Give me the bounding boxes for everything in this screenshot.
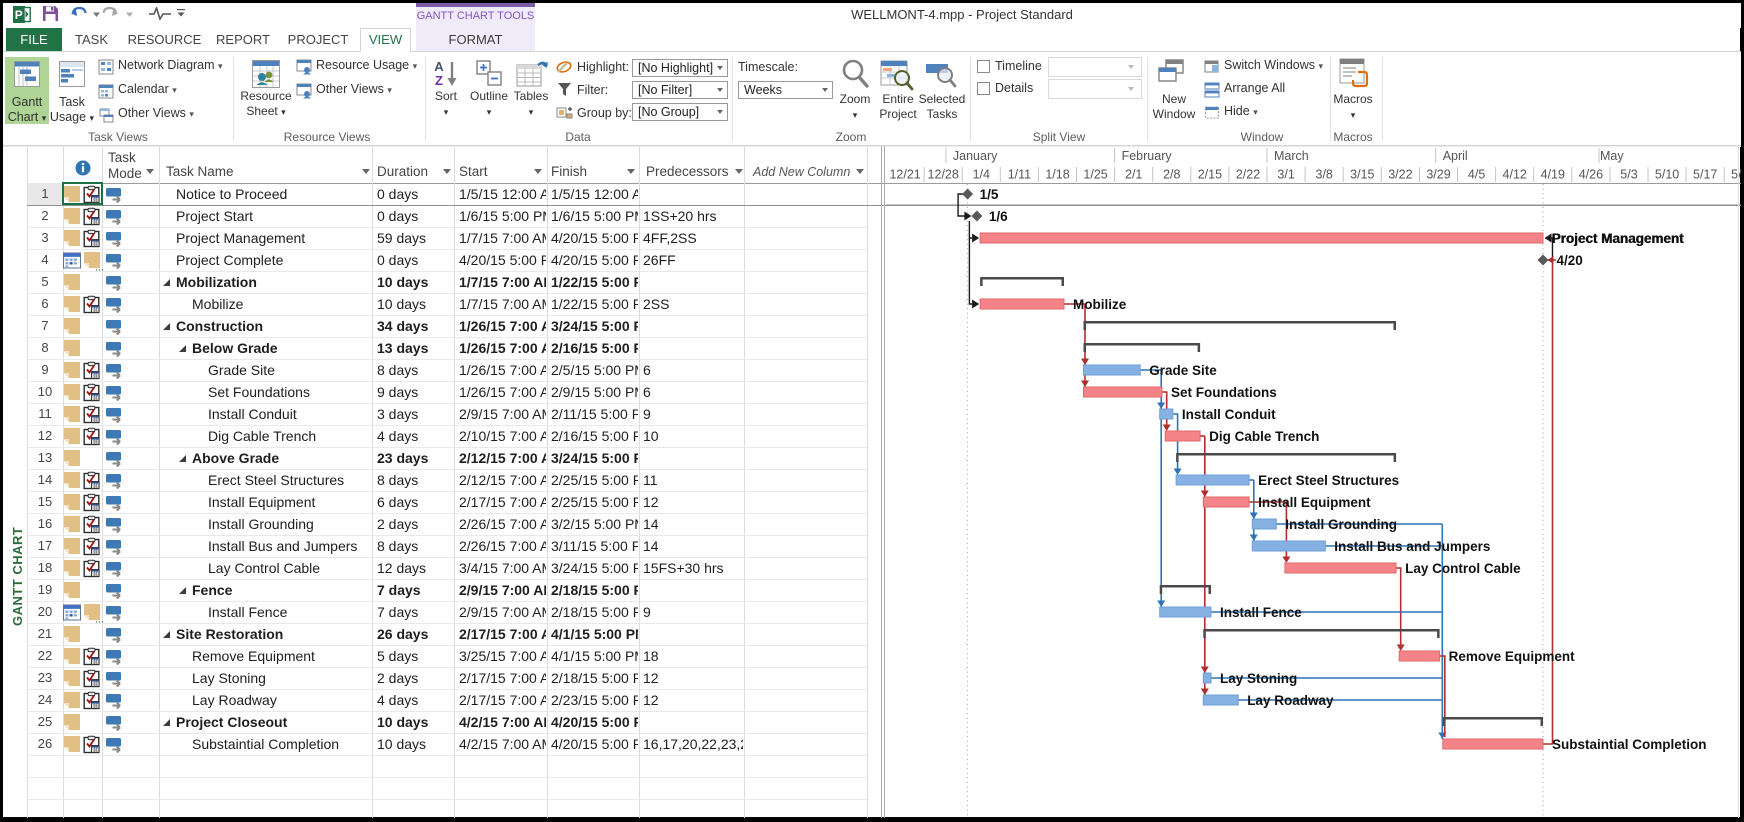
svg-text:Install Conduit: Install Conduit xyxy=(1182,407,1276,422)
svg-text:...: ... xyxy=(95,614,104,626)
svg-text:2/8: 2/8 xyxy=(1163,168,1180,182)
svg-text:Substaintial Completion: Substaintial Completion xyxy=(1552,737,1707,752)
svg-text:Z: Z xyxy=(435,73,443,88)
svg-text:2/22: 2/22 xyxy=(1236,168,1260,182)
svg-text:Lay Stoning: Lay Stoning xyxy=(1220,671,1297,686)
svg-text:1/25: 1/25 xyxy=(1083,168,1107,182)
svg-text:4/26: 4/26 xyxy=(1579,168,1603,182)
svg-text:April: April xyxy=(1443,149,1468,163)
svg-text:5/10: 5/10 xyxy=(1655,168,1679,182)
svg-text:...: ... xyxy=(95,262,104,274)
svg-text:Project Management: Project Management xyxy=(1552,231,1685,246)
svg-text:Install Bus and Jumpers: Install Bus and Jumpers xyxy=(1334,539,1490,554)
svg-text:Lay Control Cable: Lay Control Cable xyxy=(1405,561,1521,576)
svg-text:3/22: 3/22 xyxy=(1388,168,1412,182)
svg-text:5/17: 5/17 xyxy=(1693,168,1717,182)
svg-text:12/21: 12/21 xyxy=(889,168,920,182)
svg-text:4/20: 4/20 xyxy=(1557,253,1583,268)
svg-text:12/28: 12/28 xyxy=(928,168,959,182)
svg-text:2/15: 2/15 xyxy=(1198,168,1222,182)
svg-text:Lay Roadway: Lay Roadway xyxy=(1247,693,1334,708)
svg-text:Remove Equipment: Remove Equipment xyxy=(1449,649,1576,664)
svg-text:1/18: 1/18 xyxy=(1045,168,1069,182)
svg-text:1/5: 1/5 xyxy=(980,187,999,202)
svg-text:Install Equipment: Install Equipment xyxy=(1258,495,1371,510)
svg-text:Dig Cable Trench: Dig Cable Trench xyxy=(1209,429,1319,444)
svg-text:Grade Site: Grade Site xyxy=(1149,363,1217,378)
svg-text:4/5: 4/5 xyxy=(1468,168,1485,182)
svg-text:1/11: 1/11 xyxy=(1008,168,1031,182)
svg-text:4/12: 4/12 xyxy=(1503,168,1527,182)
svg-text:Install Grounding: Install Grounding xyxy=(1285,517,1397,532)
svg-text:1/4: 1/4 xyxy=(973,168,990,182)
svg-text:5/24: 5/24 xyxy=(1731,168,1741,182)
svg-text:1/6: 1/6 xyxy=(989,209,1008,224)
svg-text:Mobilize: Mobilize xyxy=(1073,297,1127,312)
svg-text:3/29: 3/29 xyxy=(1426,168,1450,182)
svg-text:March: March xyxy=(1274,149,1309,163)
svg-text:Set Foundations: Set Foundations xyxy=(1171,385,1277,400)
svg-text:February: February xyxy=(1122,149,1173,163)
svg-text:A: A xyxy=(434,59,444,74)
svg-text:2/1: 2/1 xyxy=(1125,168,1142,182)
svg-text:3/1: 3/1 xyxy=(1277,168,1294,182)
svg-text:Install Fence: Install Fence xyxy=(1220,605,1302,620)
svg-text:January: January xyxy=(953,149,998,163)
svg-text:4/19: 4/19 xyxy=(1541,168,1565,182)
svg-text:5/3: 5/3 xyxy=(1620,168,1637,182)
svg-text:3/8: 3/8 xyxy=(1316,168,1333,182)
svg-text:3/15: 3/15 xyxy=(1350,168,1374,182)
svg-text:May: May xyxy=(1600,149,1624,163)
svg-text:Erect Steel Structures: Erect Steel Structures xyxy=(1258,473,1399,488)
